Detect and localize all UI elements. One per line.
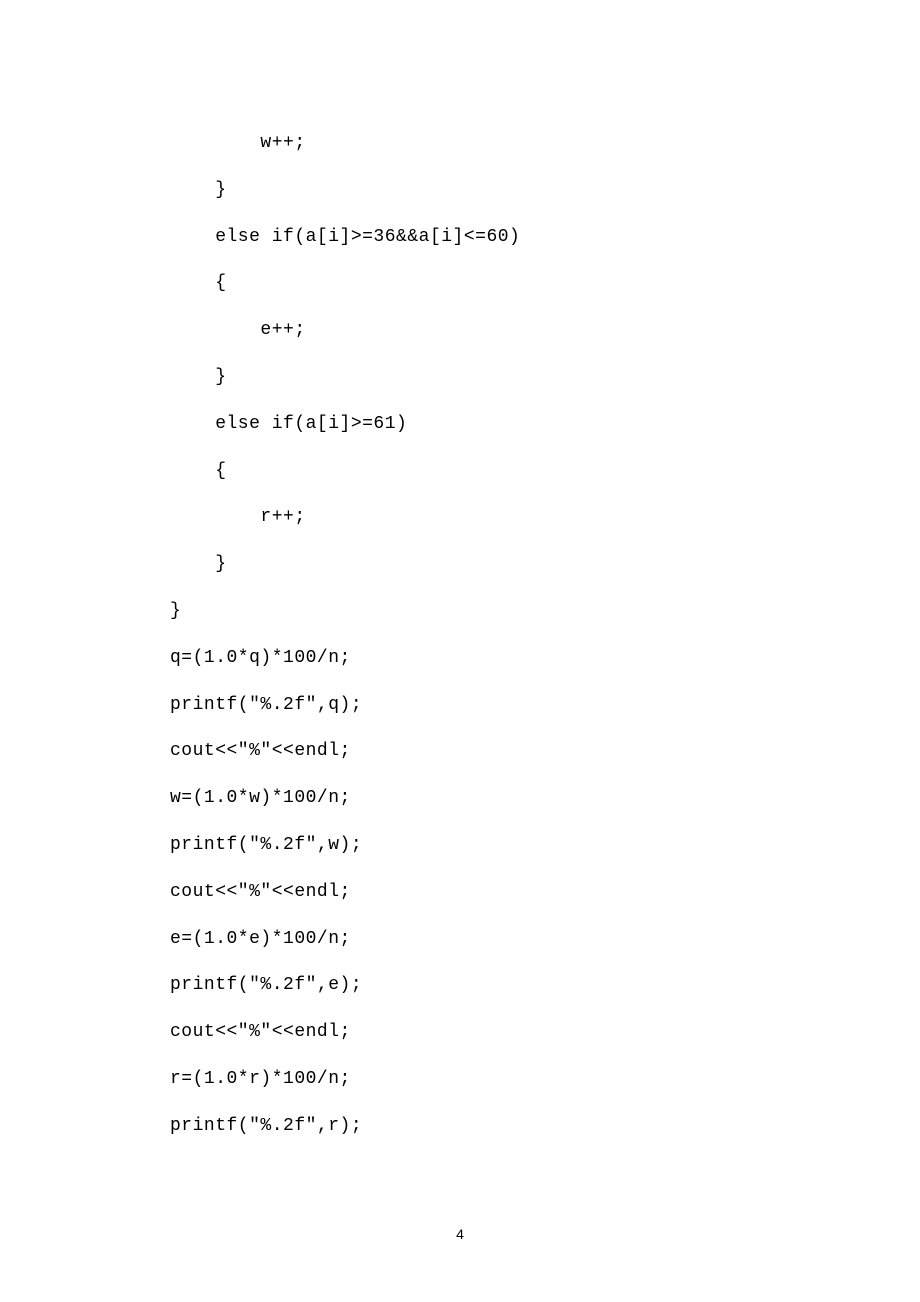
code-line: cout<<"%"<<endl; [170, 869, 920, 916]
code-line: } [170, 541, 920, 588]
code-line: } [170, 588, 920, 635]
code-line: } [170, 167, 920, 214]
code-line: q=(1.0*q)*100/n; [170, 635, 920, 682]
code-line: else if(a[i]>=61) [170, 401, 920, 448]
code-line: e=(1.0*e)*100/n; [170, 916, 920, 963]
code-line: { [170, 448, 920, 495]
code-line: { [170, 260, 920, 307]
code-line: w=(1.0*w)*100/n; [170, 775, 920, 822]
code-line: printf("%.2f",e); [170, 962, 920, 1009]
page-number: 4 [0, 1226, 920, 1242]
code-line: r++; [170, 494, 920, 541]
code-line: printf("%.2f",r); [170, 1103, 920, 1150]
code-line: cout<<"%"<<endl; [170, 728, 920, 775]
code-line: e++; [170, 307, 920, 354]
code-line: cout<<"%"<<endl; [170, 1009, 920, 1056]
code-line: printf("%.2f",w); [170, 822, 920, 869]
code-line: else if(a[i]>=36&&a[i]<=60) [170, 214, 920, 261]
code-line: printf("%.2f",q); [170, 682, 920, 729]
code-block: w++; } else if(a[i]>=36&&a[i]<=60) { e++… [0, 0, 920, 1150]
code-line: r=(1.0*r)*100/n; [170, 1056, 920, 1103]
code-line: w++; [170, 120, 920, 167]
code-line: } [170, 354, 920, 401]
